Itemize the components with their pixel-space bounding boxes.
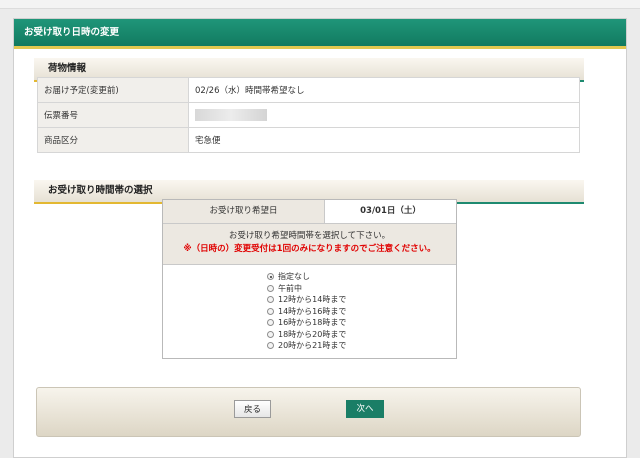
radio-button[interactable]: [267, 319, 274, 327]
tracking-number-redacted: [188, 102, 580, 128]
radio-button-selected[interactable]: [267, 273, 274, 281]
option-label: 16時から18時まで: [278, 318, 347, 327]
radio-button[interactable]: [267, 296, 274, 304]
time-options: 指定なし 午前中 12時から14時まで 14時から16時まで 16時から18時ま…: [163, 265, 456, 352]
radio-option-12-14[interactable]: 12時から14時まで: [267, 294, 456, 306]
top-strip: [0, 0, 640, 9]
radio-button[interactable]: [267, 284, 274, 292]
radio-button[interactable]: [267, 342, 274, 350]
radio-option-18-20[interactable]: 18時から20時まで: [267, 329, 456, 341]
radio-option-20-21[interactable]: 20時から21時まで: [267, 340, 456, 352]
row-label: お届け予定(変更前): [37, 77, 189, 103]
warning-text: ※（日時の）変更受付は1回のみになりますのでご注意ください。: [183, 244, 436, 254]
date-value: 03/01日（土）: [360, 206, 421, 216]
table-row: お届け予定(変更前) 02/26（水）時間帯希望なし: [37, 77, 580, 103]
instruction-text: お受け取り希望時間帯を選択して下さい。: [228, 231, 391, 241]
row-value: 宅急便: [188, 127, 580, 153]
row-value: 02/26（水）時間帯希望なし: [188, 77, 580, 103]
row-label: 伝票番号: [37, 102, 189, 128]
date-label: お受け取り希望日: [163, 200, 325, 223]
table-row: 商品区分 宅急便: [37, 127, 580, 153]
radio-option-14-16[interactable]: 14時から16時まで: [267, 306, 456, 318]
option-label: 20時から21時まで: [278, 341, 347, 350]
instruction-area: お受け取り希望時間帯を選択して下さい。 ※（日時の）変更受付は1回のみになります…: [163, 224, 456, 265]
panel-title: お受け取り日時の変更: [14, 19, 626, 49]
option-label: 18時から20時まで: [278, 329, 347, 339]
option-label: 午前中: [278, 283, 302, 293]
redacted-value: [195, 109, 267, 121]
radio-option-morning[interactable]: 午前中: [267, 283, 456, 295]
radio-button[interactable]: [267, 307, 274, 315]
row-label: 商品区分: [37, 127, 189, 153]
footer-actions: 戻る 次へ: [36, 387, 581, 437]
radio-option-none[interactable]: 指定なし: [267, 271, 456, 283]
option-label: 14時から16時まで: [278, 306, 347, 316]
next-button[interactable]: 次へ: [346, 400, 384, 418]
table-row: 伝票番号: [37, 102, 580, 128]
option-label: 12時から14時まで: [278, 295, 347, 304]
time-selection-box: お受け取り希望日 03/01日（土） お受け取り希望時間帯を選択して下さい。 ※…: [162, 199, 457, 359]
radio-option-16-18[interactable]: 16時から18時まで: [267, 317, 456, 329]
back-button[interactable]: 戻る: [234, 400, 271, 418]
date-row: お受け取り希望日 03/01日（土）: [163, 200, 456, 224]
radio-button[interactable]: [267, 330, 274, 338]
package-info-table: お届け予定(変更前) 02/26（水）時間帯希望なし 伝票番号 商品区分 宅急便: [37, 77, 580, 153]
option-label: 指定なし: [278, 272, 310, 281]
